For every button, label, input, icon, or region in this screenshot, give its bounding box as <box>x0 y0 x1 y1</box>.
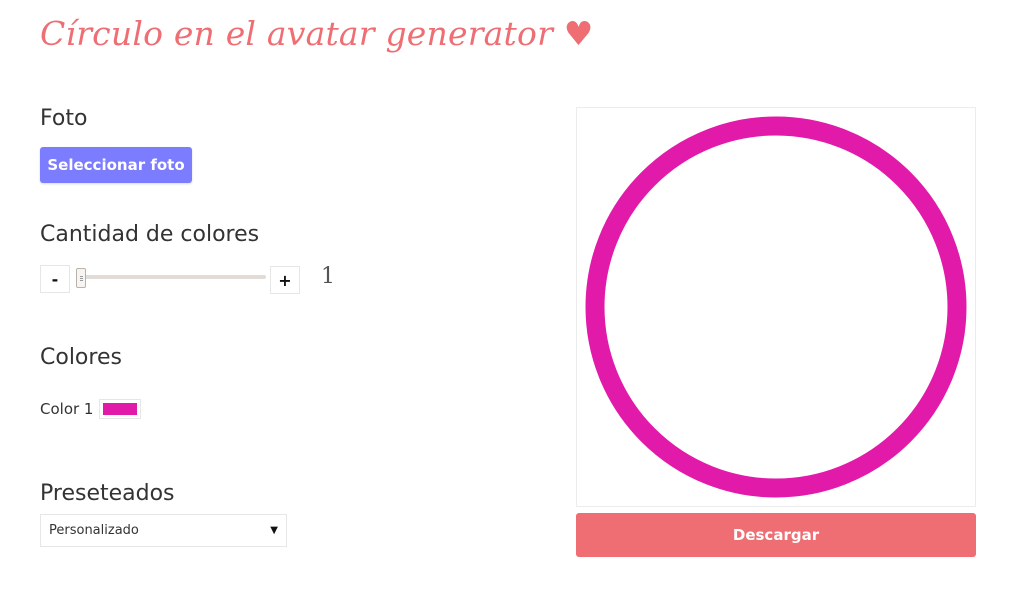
page-title: Círculo en el avatar generator ♥ <box>40 14 594 53</box>
color-row: Color 1 <box>40 399 142 419</box>
color-1-label: Color 1 <box>40 400 94 418</box>
avatar-preview-canvas <box>585 116 967 498</box>
circle-ring <box>585 116 967 498</box>
colors-section-title: Colores <box>40 345 122 370</box>
foto-section-title: Foto <box>40 106 88 131</box>
color-count-slider-thumb[interactable] <box>76 268 86 288</box>
color-count-value: 1 <box>321 264 335 289</box>
dropdown-arrow-icon: ▼ <box>270 525 278 536</box>
color-1-swatch[interactable] <box>103 403 138 415</box>
color-count-slider-track[interactable] <box>80 275 266 279</box>
download-button[interactable]: Descargar <box>576 513 976 557</box>
select-photo-button[interactable]: Seleccionar foto <box>40 147 192 183</box>
presets-select[interactable]: Personalizado ▼ <box>40 514 287 547</box>
decrease-button[interactable]: - <box>40 265 70 293</box>
presets-section-title: Preseteados <box>40 481 175 506</box>
increase-button[interactable]: + <box>270 266 300 294</box>
presets-selected-value: Personalizado <box>49 523 139 538</box>
avatar-preview <box>576 107 976 507</box>
color-1-picker[interactable] <box>99 399 142 419</box>
color-count-section-title: Cantidad de colores <box>40 222 260 247</box>
